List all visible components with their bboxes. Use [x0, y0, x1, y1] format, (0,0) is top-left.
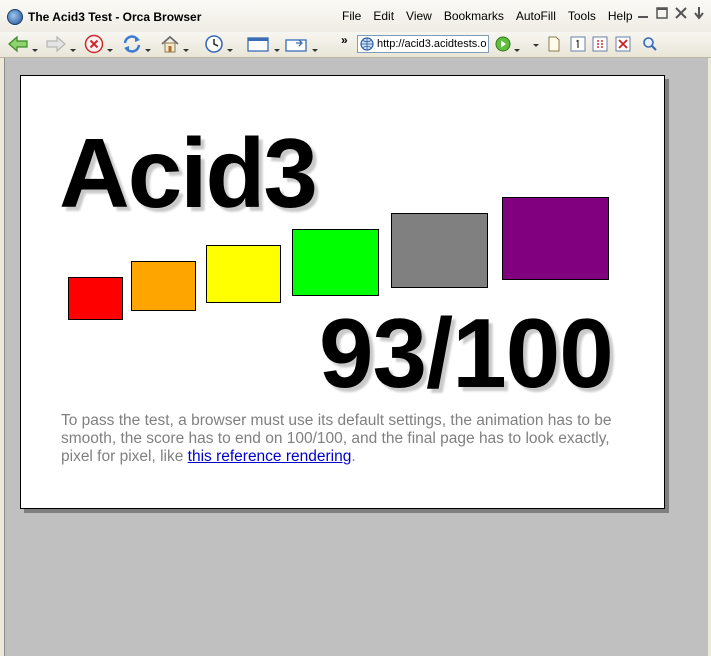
forward-button[interactable]: [44, 34, 76, 54]
download-arrow-icon[interactable]: [693, 6, 705, 20]
page-icon: [548, 36, 560, 52]
menu-bar: File Edit View Bookmarks AutoFill Tools …: [336, 9, 639, 23]
reload-icon: [123, 35, 141, 53]
stop-button[interactable]: [83, 34, 113, 54]
toolbar-overflow-chevron[interactable]: »: [341, 33, 348, 47]
title-bar: The Acid3 Test - Orca Browser File Edit …: [0, 0, 711, 32]
menu-file[interactable]: File: [336, 9, 367, 23]
orca-browser-icon: [7, 9, 23, 25]
home-icon: [161, 35, 179, 53]
acid3-box-yellow: [206, 245, 281, 303]
page-button[interactable]: [546, 34, 562, 54]
close-page-button[interactable]: [614, 34, 632, 54]
single-page-icon: [570, 36, 586, 52]
navigation-toolbar: »: [0, 32, 711, 58]
reload-button[interactable]: [121, 34, 151, 54]
menu-autofill[interactable]: AutoFill: [510, 9, 562, 23]
stop-icon: [84, 34, 104, 54]
single-page-button[interactable]: [569, 34, 587, 54]
acid3-box-purple: [502, 197, 609, 280]
minimize-icon[interactable]: [636, 6, 650, 20]
history-clock-icon: [205, 35, 223, 53]
acid3-instructions: To pass the test, a browser must use its…: [61, 412, 631, 466]
window-title: The Acid3 Test - Orca Browser: [28, 10, 202, 24]
new-window-button[interactable]: [246, 34, 280, 54]
acid3-score: 93/100: [319, 298, 614, 408]
new-window-icon: [247, 37, 269, 52]
go-button[interactable]: [494, 34, 520, 54]
acid3-heading: Acid3: [59, 118, 318, 228]
maximize-icon[interactable]: [655, 6, 669, 20]
history-button[interactable]: [203, 34, 233, 54]
address-input[interactable]: [377, 38, 487, 50]
instructions-end: .: [351, 448, 356, 465]
reference-rendering-link[interactable]: this reference rendering: [188, 448, 352, 465]
tab-button[interactable]: [284, 34, 318, 54]
close-icon[interactable]: [674, 6, 688, 20]
grid-icon: [592, 36, 608, 52]
acid3-box-orange: [131, 261, 196, 311]
search-button[interactable]: [641, 34, 659, 54]
forward-arrow-icon: [46, 35, 66, 53]
window-controls: [636, 6, 705, 20]
go-icon: [495, 36, 511, 52]
acid3-box-lime: [292, 229, 379, 296]
close-page-icon: [615, 36, 631, 52]
grid-button[interactable]: [591, 34, 609, 54]
acid3-box-gray: [391, 213, 488, 288]
menu-view[interactable]: View: [400, 9, 438, 23]
menu-bookmarks[interactable]: Bookmarks: [438, 9, 510, 23]
site-globe-icon: [360, 37, 374, 51]
acid3-box-red: [68, 277, 123, 320]
tab-icon: [285, 39, 307, 52]
back-button[interactable]: [6, 34, 38, 54]
home-button[interactable]: [159, 34, 189, 54]
dropdown-button[interactable]: [531, 34, 539, 47]
acid3-test-page: Acid3 93/100 To pass the test, a browser…: [20, 75, 665, 509]
menu-help[interactable]: Help: [602, 9, 639, 23]
menu-tools[interactable]: Tools: [562, 9, 602, 23]
back-arrow-icon: [8, 35, 28, 53]
search-icon: [643, 37, 657, 51]
address-bar[interactable]: [357, 35, 489, 53]
menu-edit[interactable]: Edit: [367, 9, 400, 23]
